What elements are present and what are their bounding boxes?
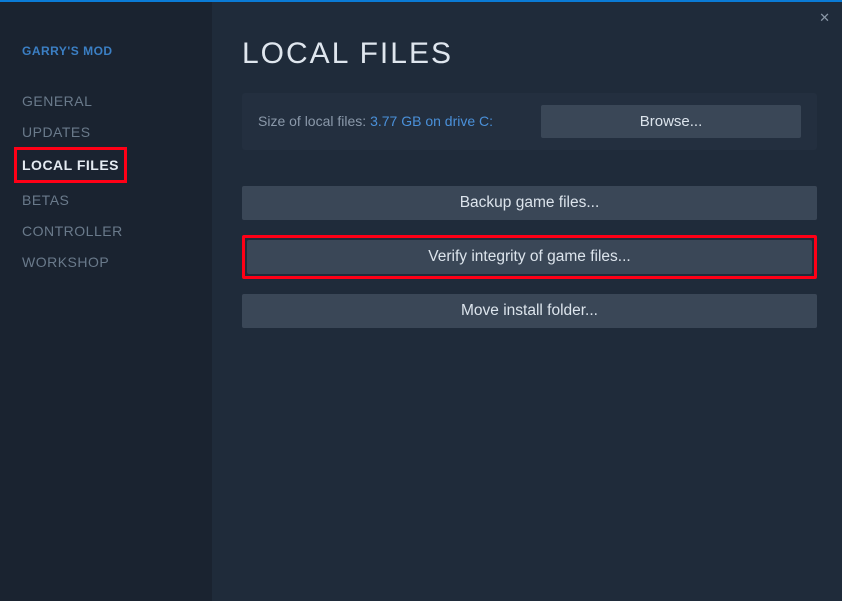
browse-button[interactable]: Browse... xyxy=(541,105,801,138)
main-panel: LOCAL FILES Size of local files: 3.77 GB… xyxy=(212,2,842,601)
sidebar-item-general[interactable]: GENERAL xyxy=(22,86,92,116)
sidebar-item-workshop[interactable]: WORKSHOP xyxy=(22,247,109,277)
sidebar-item-betas[interactable]: BETAS xyxy=(22,185,69,215)
game-title: GARRY'S MOD xyxy=(22,44,212,58)
sidebar: GARRY'S MOD GENERAL UPDATES LOCAL FILES … xyxy=(0,2,212,601)
sidebar-item-local-files[interactable]: LOCAL FILES xyxy=(22,150,119,180)
move-folder-button[interactable]: Move install folder... xyxy=(242,294,817,328)
verify-integrity-button[interactable]: Verify integrity of game files... xyxy=(247,240,812,274)
size-label: Size of local files: xyxy=(258,113,370,129)
sidebar-item-updates[interactable]: UPDATES xyxy=(22,117,91,147)
properties-window: ✕ GARRY'S MOD GENERAL UPDATES LOCAL FILE… xyxy=(0,0,842,601)
backup-button[interactable]: Backup game files... xyxy=(242,186,817,220)
page-title: LOCAL FILES xyxy=(242,37,817,71)
size-value: 3.77 GB on drive C: xyxy=(370,113,493,129)
sidebar-item-controller[interactable]: CONTROLLER xyxy=(22,216,123,246)
size-label-container: Size of local files: 3.77 GB on drive C: xyxy=(258,113,493,131)
close-icon[interactable]: ✕ xyxy=(819,10,830,26)
local-files-size-row: Size of local files: 3.77 GB on drive C:… xyxy=(242,93,817,150)
verify-button-container: Verify integrity of game files... xyxy=(242,235,817,279)
